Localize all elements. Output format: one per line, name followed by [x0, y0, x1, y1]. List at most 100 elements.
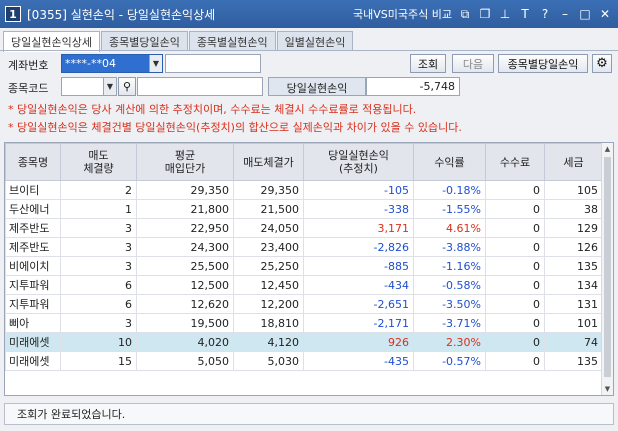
cell-tax: 135 [544, 351, 603, 371]
cell-name: 비에이치 [5, 256, 61, 276]
table-row[interactable]: 지투파워 6 12,500 12,450 -434 -0.58% 0 134 [5, 275, 603, 295]
cell-fee: 0 [485, 237, 545, 257]
cell-qty: 3 [60, 218, 137, 238]
cell-qty: 3 [60, 313, 137, 333]
cell-name: 두산에너 [5, 199, 61, 219]
cell-pnl: -885 [303, 256, 414, 276]
tag-icon[interactable]: T [518, 7, 532, 21]
account-value: ****-**04 [65, 57, 116, 70]
compare-link[interactable]: 국내VS미국주식 비교 [353, 6, 452, 22]
cell-tax: 135 [544, 256, 603, 276]
cell-pnl: -2,826 [303, 237, 414, 257]
titlebar-controls: 국내VS미국주식 비교 ⧉ ❐ ⊥ T ? – □ ✕ [353, 0, 612, 28]
stock-code-input[interactable]: ▼ [61, 77, 117, 96]
search-icon[interactable]: ⚲ [118, 77, 136, 96]
tab-divider [0, 50, 618, 51]
stock-dropdown-icon[interactable]: ▼ [103, 78, 116, 95]
table-row[interactable]: 지투파워 6 12,620 12,200 -2,651 -3.50% 0 131 [5, 294, 603, 314]
header-tax[interactable]: 세금 [544, 143, 603, 181]
cell-name: 지투파워 [5, 294, 61, 314]
cell-name: 브이티 [5, 180, 61, 200]
cell-sell: 18,810 [233, 313, 304, 333]
vertical-scrollbar[interactable]: ▲ ▼ [601, 143, 613, 395]
tab-daily-by-stock[interactable]: 종목별당일손익 [100, 31, 188, 51]
pnl-table: 종목명 매도 체결량 평균 매입단가 매도체결가 당일실현손익 (추정치) 수익률 수… [5, 143, 603, 371]
copy-icon[interactable]: ❐ [478, 7, 492, 21]
cell-sell: 5,030 [233, 351, 304, 371]
header-sell-qty[interactable]: 매도 체결량 [60, 143, 137, 181]
tab-realized-by-day[interactable]: 일별실현손익 [276, 31, 354, 51]
cell-sell: 21,500 [233, 199, 304, 219]
profit-label: 당일실현손익 [268, 77, 366, 96]
cell-sell: 24,050 [233, 218, 304, 238]
table-row[interactable]: 두산에너 1 21,800 21,500 -338 -1.55% 0 38 [5, 199, 603, 219]
pin-icon[interactable]: ⊥ [498, 7, 512, 21]
account-password-field[interactable] [165, 54, 261, 73]
cell-rate: -3.88% [413, 237, 486, 257]
tab-strip: 당일실현손익상세 종목별당일손익 종목별실현손익 일별실현손익 [3, 31, 354, 52]
header-fee[interactable]: 수수료 [485, 143, 545, 181]
header-sell-price[interactable]: 매도체결가 [233, 143, 304, 181]
tab-realized-by-stock[interactable]: 종목별실현손익 [188, 31, 276, 51]
tab-daily-realized-detail[interactable]: 당일실현손익상세 [3, 31, 100, 52]
cell-qty: 6 [60, 294, 137, 314]
table-row[interactable]: 미래에셋 10 4,020 4,120 926 2.30% 0 74 [5, 332, 603, 352]
cell-qty: 10 [60, 332, 137, 352]
cell-pnl: -105 [303, 180, 414, 200]
link-icon[interactable]: ⧉ [458, 7, 472, 21]
scroll-down-icon[interactable]: ▼ [602, 383, 613, 395]
table-row[interactable]: 제주반도 3 22,950 24,050 3,171 4.61% 0 129 [5, 218, 603, 238]
cell-rate: -3.71% [413, 313, 486, 333]
cell-rate: -1.55% [413, 199, 486, 219]
title-bar: 1 [0355] 실현손익 - 당일실현손익상세 국내VS미국주식 비교 ⧉ ❐… [0, 0, 618, 28]
gear-icon[interactable]: ⚙ [592, 54, 612, 73]
cell-tax: 126 [544, 237, 603, 257]
maximize-icon[interactable]: □ [578, 7, 592, 21]
table-row[interactable]: 미래에셋 15 5,050 5,030 -435 -0.57% 0 135 [5, 351, 603, 371]
cell-sell: 29,350 [233, 180, 304, 200]
account-label: 계좌번호 [8, 59, 49, 72]
cell-qty: 15 [60, 351, 137, 371]
scroll-up-icon[interactable]: ▲ [602, 143, 613, 155]
realized-pnl-grid: 종목명 매도 체결량 평균 매입단가 매도체결가 당일실현손익 (추정치) 수익률 수… [4, 142, 614, 396]
table-row[interactable]: 비에이치 3 25,500 25,250 -885 -1.16% 0 135 [5, 256, 603, 276]
header-avg-price[interactable]: 평균 매입단가 [136, 143, 234, 181]
account-select[interactable]: ****-**04 ▼ [61, 54, 163, 73]
status-bar: 조회가 완료되었습니다. [4, 403, 614, 425]
header-name[interactable]: 종목명 [5, 143, 61, 181]
cell-rate: 4.61% [413, 218, 486, 238]
cell-tax: 101 [544, 313, 603, 333]
table-row[interactable]: 제주반도 3 24,300 23,400 -2,826 -3.88% 0 126 [5, 237, 603, 257]
note-line: * 당일실현손익은 체결건별 당일실현손익(추정치)의 합산으로 실제손익과 차… [8, 121, 462, 134]
scroll-thumb[interactable] [604, 157, 611, 377]
cell-fee: 0 [485, 275, 545, 295]
cell-qty: 6 [60, 275, 137, 295]
close-icon[interactable]: ✕ [598, 7, 612, 21]
header-daily-pnl[interactable]: 당일실현손익 (추정치) [303, 143, 414, 181]
stock-code-label: 종목코드 [8, 82, 49, 95]
query-button[interactable]: 조회 [410, 54, 446, 73]
cell-avg: 4,020 [136, 332, 234, 352]
cell-fee: 0 [485, 218, 545, 238]
cell-sell: 23,400 [233, 237, 304, 257]
chevron-down-icon[interactable]: ▼ [149, 55, 162, 72]
profit-value: -5,748 [366, 77, 460, 96]
cell-sell: 25,250 [233, 256, 304, 276]
by-stock-button[interactable]: 종목별당일손익 [498, 54, 588, 73]
cell-tax: 38 [544, 199, 603, 219]
header-return[interactable]: 수익률 [413, 143, 486, 181]
minimize-icon[interactable]: – [558, 7, 572, 21]
table-row[interactable]: 브이티 2 29,350 29,350 -105 -0.18% 0 105 [5, 180, 603, 200]
cell-pnl: 926 [303, 332, 414, 352]
help-icon[interactable]: ? [538, 7, 552, 21]
cell-rate: -0.18% [413, 180, 486, 200]
cell-pnl: -338 [303, 199, 414, 219]
cell-sell: 12,450 [233, 275, 304, 295]
cell-name: 제주반도 [5, 218, 61, 238]
notes: * 당일실현손익은 당사 계산에 의한 추정치이며, 수수료는 체결시 수수료률… [8, 101, 462, 137]
table-row[interactable]: 삐아 3 19,500 18,810 -2,171 -3.71% 0 101 [5, 313, 603, 333]
next-button[interactable]: 다음 [452, 54, 494, 73]
cell-avg: 24,300 [136, 237, 234, 257]
cell-avg: 22,950 [136, 218, 234, 238]
cell-avg: 21,800 [136, 199, 234, 219]
